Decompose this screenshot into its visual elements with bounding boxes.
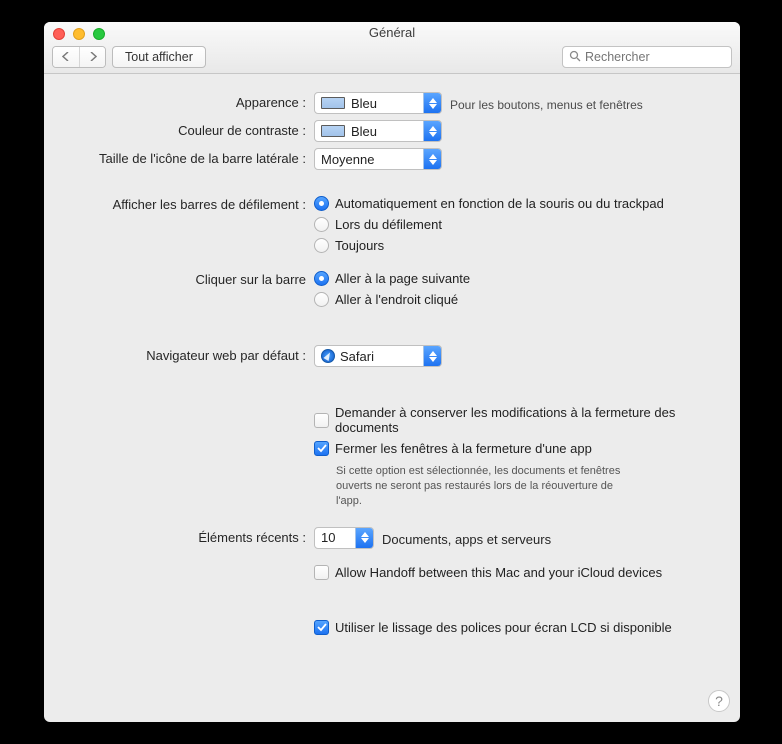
recent-label: Éléments récents :	[56, 527, 314, 545]
radio-icon	[314, 217, 329, 232]
appearance-label: Apparence :	[56, 92, 314, 110]
radio-icon	[314, 238, 329, 253]
show-all-button[interactable]: Tout afficher	[112, 46, 206, 68]
window-title: Général	[44, 25, 740, 40]
radio-label: Aller à la page suivante	[335, 271, 470, 286]
sidebar-icon-label: Taille de l'icône de la barre latérale :	[56, 148, 314, 166]
ask-save-checkbox[interactable]: Demander à conserver les modifications à…	[314, 403, 728, 437]
color-swatch-icon	[321, 97, 345, 109]
handoff-checkbox[interactable]: Allow Handoff between this Mac and your …	[314, 563, 728, 582]
highlight-popup[interactable]: Bleu	[314, 120, 442, 142]
click-scroll-label: Cliquer sur la barre	[56, 269, 314, 287]
appearance-value: Bleu	[351, 96, 423, 111]
sidebar-icon-popup[interactable]: Moyenne	[314, 148, 442, 170]
sidebar-icon-value: Moyenne	[321, 152, 423, 167]
radio-label: Aller à l'endroit cliqué	[335, 292, 458, 307]
preferences-window: Général Tout afficher Apparence :	[44, 22, 740, 722]
checkbox-icon	[314, 620, 329, 635]
checkbox-label: Fermer les fenêtres à la fermeture d'une…	[335, 441, 592, 456]
click-next-radio[interactable]: Aller à la page suivante	[314, 269, 728, 288]
toolbar: Tout afficher	[52, 46, 732, 68]
popup-arrows-icon	[423, 93, 441, 113]
click-spot-radio[interactable]: Aller à l'endroit cliqué	[314, 290, 728, 309]
color-swatch-icon	[321, 125, 345, 137]
default-browser-popup[interactable]: Safari	[314, 345, 442, 367]
default-browser-label: Navigateur web par défaut :	[56, 345, 314, 363]
recent-popup[interactable]: 10	[314, 527, 374, 549]
nav-segmented	[52, 46, 106, 68]
scroll-when-radio[interactable]: Lors du défilement	[314, 215, 728, 234]
checkbox-icon	[314, 441, 329, 456]
checkbox-label: Allow Handoff between this Mac and your …	[335, 565, 662, 580]
radio-label: Toujours	[335, 238, 384, 253]
help-button[interactable]: ?	[708, 690, 730, 712]
popup-arrows-icon	[355, 528, 373, 548]
radio-icon	[314, 271, 329, 286]
checkbox-icon	[314, 413, 329, 428]
chevron-left-icon	[62, 52, 70, 61]
appearance-hint: Pour les boutons, menus et fenêtres	[442, 94, 643, 112]
forward-button[interactable]	[79, 47, 105, 67]
font-smoothing-checkbox[interactable]: Utiliser le lissage des polices pour écr…	[314, 618, 728, 637]
close-windows-checkbox[interactable]: Fermer les fenêtres à la fermeture d'une…	[314, 439, 728, 458]
highlight-label: Couleur de contraste :	[56, 120, 314, 138]
titlebar: Général Tout afficher	[44, 22, 740, 74]
search-icon	[569, 50, 581, 65]
close-windows-note: Si cette option est sélectionnée, les do…	[336, 464, 626, 509]
checkbox-label: Utiliser le lissage des polices pour écr…	[335, 620, 672, 635]
recent-value: 10	[321, 530, 355, 545]
radio-label: Automatiquement en fonction de la souris…	[335, 196, 664, 211]
recent-hint: Documents, apps et serveurs	[374, 529, 551, 547]
popup-arrows-icon	[423, 149, 441, 169]
radio-label: Lors du défilement	[335, 217, 442, 232]
search-input[interactable]	[585, 50, 725, 64]
highlight-value: Bleu	[351, 124, 423, 139]
radio-icon	[314, 196, 329, 211]
scroll-auto-radio[interactable]: Automatiquement en fonction de la souris…	[314, 194, 728, 213]
popup-arrows-icon	[423, 346, 441, 366]
back-button[interactable]	[53, 47, 79, 67]
checkbox-label: Demander à conserver les modifications à…	[335, 405, 728, 435]
chevron-right-icon	[89, 52, 97, 61]
scrollbars-label: Afficher les barres de défilement :	[56, 194, 314, 212]
scroll-always-radio[interactable]: Toujours	[314, 236, 728, 255]
search-field[interactable]	[562, 46, 732, 68]
default-browser-value: Safari	[340, 349, 423, 364]
popup-arrows-icon	[423, 121, 441, 141]
radio-icon	[314, 292, 329, 307]
content-pane: Apparence : Bleu Pour les boutons, menus…	[44, 74, 740, 655]
appearance-popup[interactable]: Bleu	[314, 92, 442, 114]
safari-icon	[321, 349, 335, 363]
checkbox-icon	[314, 565, 329, 580]
